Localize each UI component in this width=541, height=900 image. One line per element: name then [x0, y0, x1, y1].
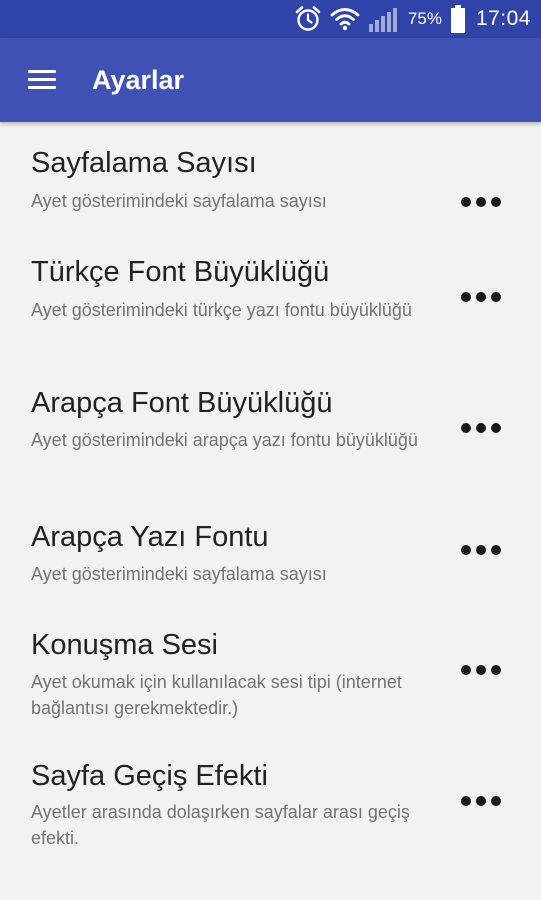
setting-description: Ayet gösterimindeki sayfalama sayısı: [31, 564, 327, 584]
more-options-icon[interactable]: [453, 408, 509, 448]
more-options-icon[interactable]: [453, 182, 509, 222]
wifi-icon: [330, 7, 360, 31]
more-options-icon[interactable]: [453, 781, 509, 821]
setting-title: Konuşma Sesi: [31, 629, 218, 661]
settings-list: Sayfalama Sayısı Ayet gösterimindeki say…: [0, 122, 541, 900]
setting-item-sayfa-gecis-efekti[interactable]: Sayfa Geçiş Efekti Ayetler arasında dola…: [0, 759, 541, 879]
setting-item-sayfalama-sayisi[interactable]: Sayfalama Sayısı Ayet gösterimindeki say…: [0, 146, 541, 246]
clock: 17:04: [475, 7, 531, 30]
setting-title: Türkçe Font Büyüklüğü: [31, 256, 330, 288]
setting-item-turkce-font-buyuklugu[interactable]: Türkçe Font Büyüklüğü Ayet gösterimindek…: [0, 255, 541, 375]
setting-description: Ayet gösterimindeki türkçe yazı fontu bü…: [31, 300, 412, 320]
setting-item-arapca-font-buyuklugu[interactable]: Arapça Font Büyüklüğü Ayet gösterimindek…: [0, 386, 541, 506]
battery-percent: 75%: [407, 9, 442, 28]
setting-description: Ayet okumak için kullanılacak sesi tipi …: [31, 672, 402, 718]
status-icons: 75% 17:04: [294, 0, 531, 38]
status-bar: 75% 17:04: [0, 0, 541, 38]
more-options-icon[interactable]: [453, 530, 509, 570]
setting-title: Arapça Yazı Fontu: [31, 521, 269, 553]
more-options-icon[interactable]: [453, 277, 509, 317]
page-title: Ayarlar: [92, 65, 185, 95]
battery-icon: [450, 5, 466, 33]
setting-description: Ayet gösterimindeki sayfalama sayısı: [31, 191, 327, 211]
setting-title: Arapça Font Büyüklüğü: [31, 387, 333, 419]
setting-item-konusma-sesi[interactable]: Konuşma Sesi Ayet okumak için kullanılac…: [0, 628, 541, 748]
setting-description: Ayet gösterimindeki arapça yazı fontu bü…: [31, 430, 418, 450]
setting-description: Ayetler arasında dolaşırken sayfalar ara…: [31, 802, 410, 848]
setting-title: Sayfalama Sayısı: [31, 147, 257, 179]
signal-icon: [368, 6, 400, 32]
menu-icon[interactable]: [18, 62, 66, 98]
more-options-icon[interactable]: [453, 650, 509, 690]
setting-title: Sayfa Geçiş Efekti: [31, 760, 268, 792]
alarm-icon: [294, 5, 322, 33]
app-bar: Ayarlar: [0, 38, 541, 122]
setting-item-arapca-yazi-fontu[interactable]: Arapça Yazı Fontu Ayet gösterimindeki sa…: [0, 520, 541, 620]
